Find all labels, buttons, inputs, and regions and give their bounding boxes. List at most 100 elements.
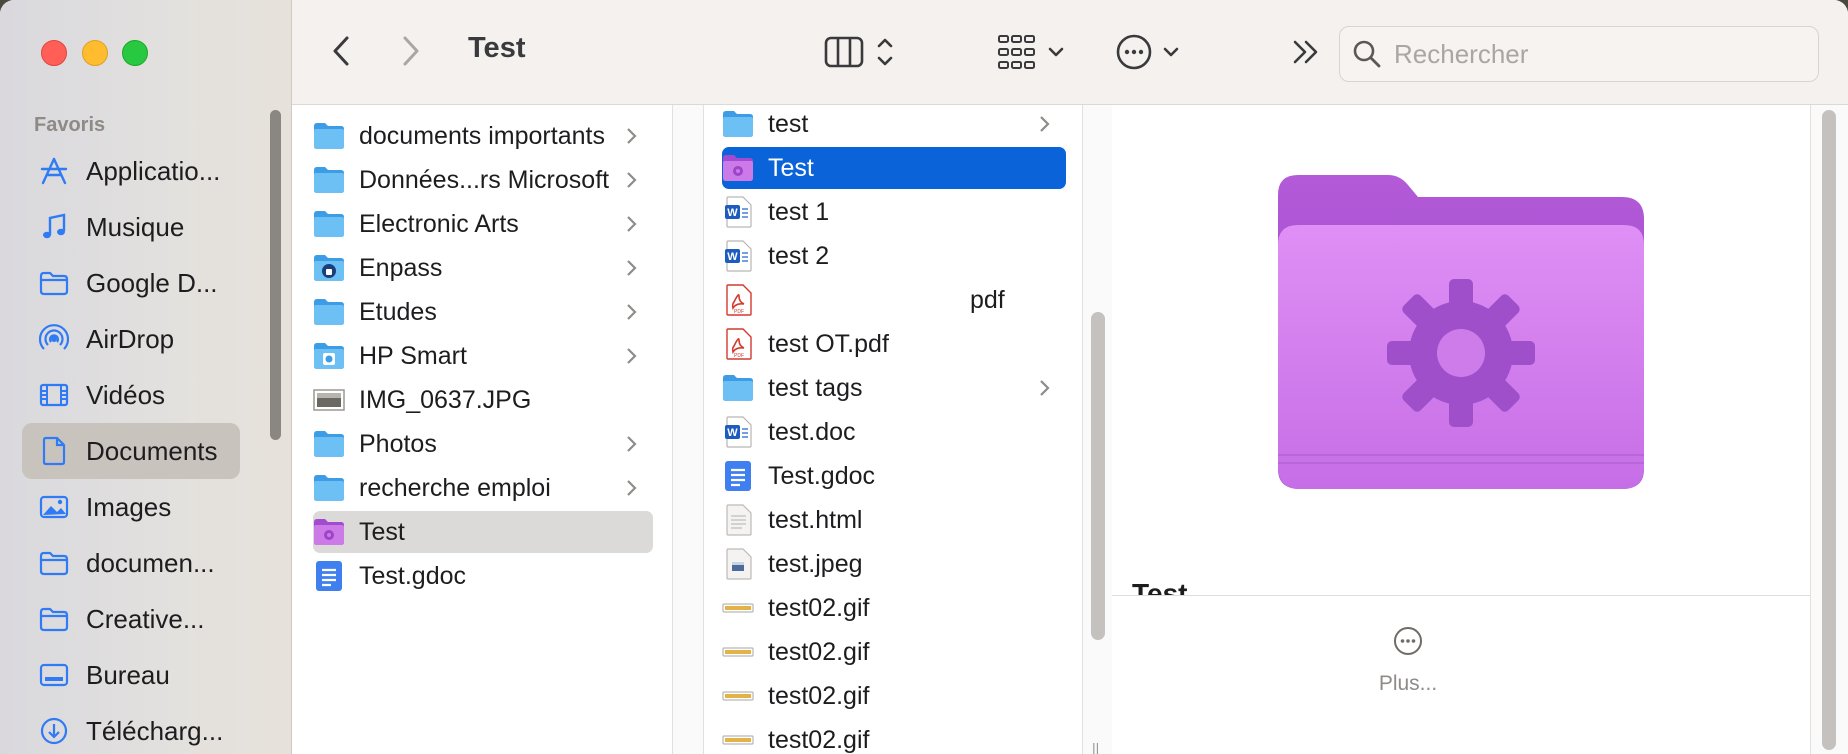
sidebar-item-desktop[interactable]: Bureau — [22, 647, 240, 703]
close-window-button[interactable] — [41, 40, 67, 66]
list-item-selected[interactable]: Test — [722, 147, 1066, 189]
list-item[interactable]: W test.doc — [722, 411, 1066, 453]
desktop-icon — [38, 659, 70, 691]
folder-icon — [313, 164, 345, 196]
chevron-right-icon — [627, 260, 637, 276]
list-item[interactable]: Test.gdoc — [313, 555, 653, 597]
item-name: test02.gif — [768, 725, 870, 754]
list-item[interactable]: Test.gdoc — [722, 455, 1066, 497]
more-button[interactable]: Plus... — [1348, 625, 1468, 696]
chevron-right-icon — [627, 480, 637, 496]
sidebar-item-downloads[interactable]: Télécharg... — [22, 703, 240, 754]
preview-title: Test — [1132, 578, 1188, 596]
list-item[interactable]: Photos — [313, 423, 653, 465]
pdf-icon: PDF — [722, 328, 754, 360]
sidebar-item-label: Télécharg... — [86, 715, 224, 746]
sidebar-item-music[interactable]: Musique — [22, 199, 240, 255]
item-name: Electronic Arts — [359, 209, 519, 238]
item-name: Test — [359, 517, 405, 546]
chevron-right-icon — [403, 36, 419, 66]
list-item[interactable]: Electronic Arts — [313, 203, 653, 245]
gif-file-icon — [722, 636, 754, 668]
item-name: test 1 — [768, 197, 830, 226]
item-name: Etudes — [359, 297, 437, 326]
item-name: test 2 — [768, 241, 830, 270]
column-scrollbar-thumb[interactable] — [1091, 312, 1105, 640]
list-item-selected[interactable]: Test — [313, 511, 653, 553]
sidebar-item-documents[interactable]: Documents — [22, 423, 240, 479]
gif-file-icon — [722, 680, 754, 712]
chevron-right-icon — [627, 128, 637, 144]
double-chevron-right-icon — [1293, 40, 1318, 64]
preview-divider — [1112, 595, 1810, 596]
columns-view-icon — [824, 36, 893, 68]
search-field[interactable]: Rechercher — [1339, 26, 1819, 82]
minimize-window-button[interactable] — [82, 40, 108, 66]
list-item[interactable]: PDF test OT.pdf — [722, 323, 1066, 365]
sidebar-item-google-drive[interactable]: Google D... — [22, 255, 240, 311]
list-item[interactable]: test — [722, 103, 1066, 145]
list-item[interactable]: PDF pdf — [722, 279, 1066, 321]
item-name: test02.gif — [768, 637, 870, 666]
enpass-folder-icon — [313, 252, 345, 284]
list-item[interactable]: test02.gif — [722, 719, 1066, 754]
item-name: Test — [768, 153, 814, 182]
list-item[interactable]: W test 1 — [722, 191, 1066, 233]
item-name: documents importants — [359, 121, 605, 150]
chevron-right-icon — [627, 348, 637, 364]
sidebar-section-title: Favoris — [34, 114, 106, 136]
sidebar-item-images[interactable]: Images — [22, 479, 240, 535]
sidebar-item-label: Google D... — [86, 267, 218, 298]
forward-button[interactable] — [396, 33, 426, 69]
airdrop-icon — [38, 323, 70, 355]
list-item[interactable]: documents importants — [313, 115, 653, 157]
list-item[interactable]: IMG_0637.JPG — [313, 379, 653, 421]
sidebar-scrollbar[interactable] — [270, 110, 281, 440]
ellipsis-circle-icon — [1394, 627, 1422, 655]
list-item[interactable]: Etudes — [313, 291, 653, 333]
sidebar-item-airdrop[interactable]: AirDrop — [22, 311, 240, 367]
column-test: test Test W test 1 W test 2 PDF pdf PDF … — [704, 105, 1082, 754]
folder-icon — [38, 267, 70, 299]
list-item[interactable]: test tags — [722, 367, 1066, 409]
image-file-icon — [313, 384, 345, 416]
zoom-window-button[interactable] — [122, 40, 148, 66]
list-item[interactable]: recherche emploi — [313, 467, 653, 509]
folder-icon — [313, 296, 345, 328]
list-item[interactable]: test02.gif — [722, 587, 1066, 629]
sidebar-item-documents-folder[interactable]: documen... — [22, 535, 240, 591]
item-name: test OT.pdf — [768, 329, 889, 358]
view-mode-button[interactable] — [824, 32, 904, 72]
folder-icon — [38, 547, 70, 579]
item-name: test.doc — [768, 417, 856, 446]
actions-button[interactable] — [1114, 30, 1186, 74]
chevron-left-icon — [333, 36, 349, 66]
sidebar-item-label: Images — [86, 491, 172, 522]
word-document-icon: W — [722, 240, 754, 272]
sidebar-item-videos[interactable]: Vidéos — [22, 367, 240, 423]
preview-pane: Test Plus... — [1112, 105, 1810, 754]
preview-scrollbar-thumb[interactable] — [1822, 110, 1836, 750]
chevron-right-icon — [627, 216, 637, 232]
item-name: Photos — [359, 429, 437, 458]
more-toolbar-items-button[interactable] — [1290, 36, 1322, 68]
column-resize-handle[interactable]: || — [1092, 740, 1099, 754]
gdoc-icon — [722, 460, 754, 492]
gif-file-icon — [722, 724, 754, 754]
list-item[interactable]: test02.gif — [722, 675, 1066, 717]
group-button[interactable] — [997, 32, 1071, 72]
sidebar-item-applications[interactable]: Applicatio... — [22, 143, 240, 199]
list-item[interactable]: Données...rs Microsoft — [313, 159, 653, 201]
search-placeholder: Rechercher — [1394, 38, 1529, 69]
list-item[interactable]: HP Smart — [313, 335, 653, 377]
sidebar-item-creative[interactable]: Creative... — [22, 591, 240, 647]
list-item[interactable]: W test 2 — [722, 235, 1066, 277]
purple-gear-folder-preview-icon — [1278, 175, 1644, 489]
back-button[interactable] — [326, 33, 356, 69]
folder-icon — [313, 472, 345, 504]
folder-icon — [313, 120, 345, 152]
list-item[interactable]: Enpass — [313, 247, 653, 289]
list-item[interactable]: test02.gif — [722, 631, 1066, 673]
list-item[interactable]: test.html — [722, 499, 1066, 541]
list-item[interactable]: test.jpeg — [722, 543, 1066, 585]
